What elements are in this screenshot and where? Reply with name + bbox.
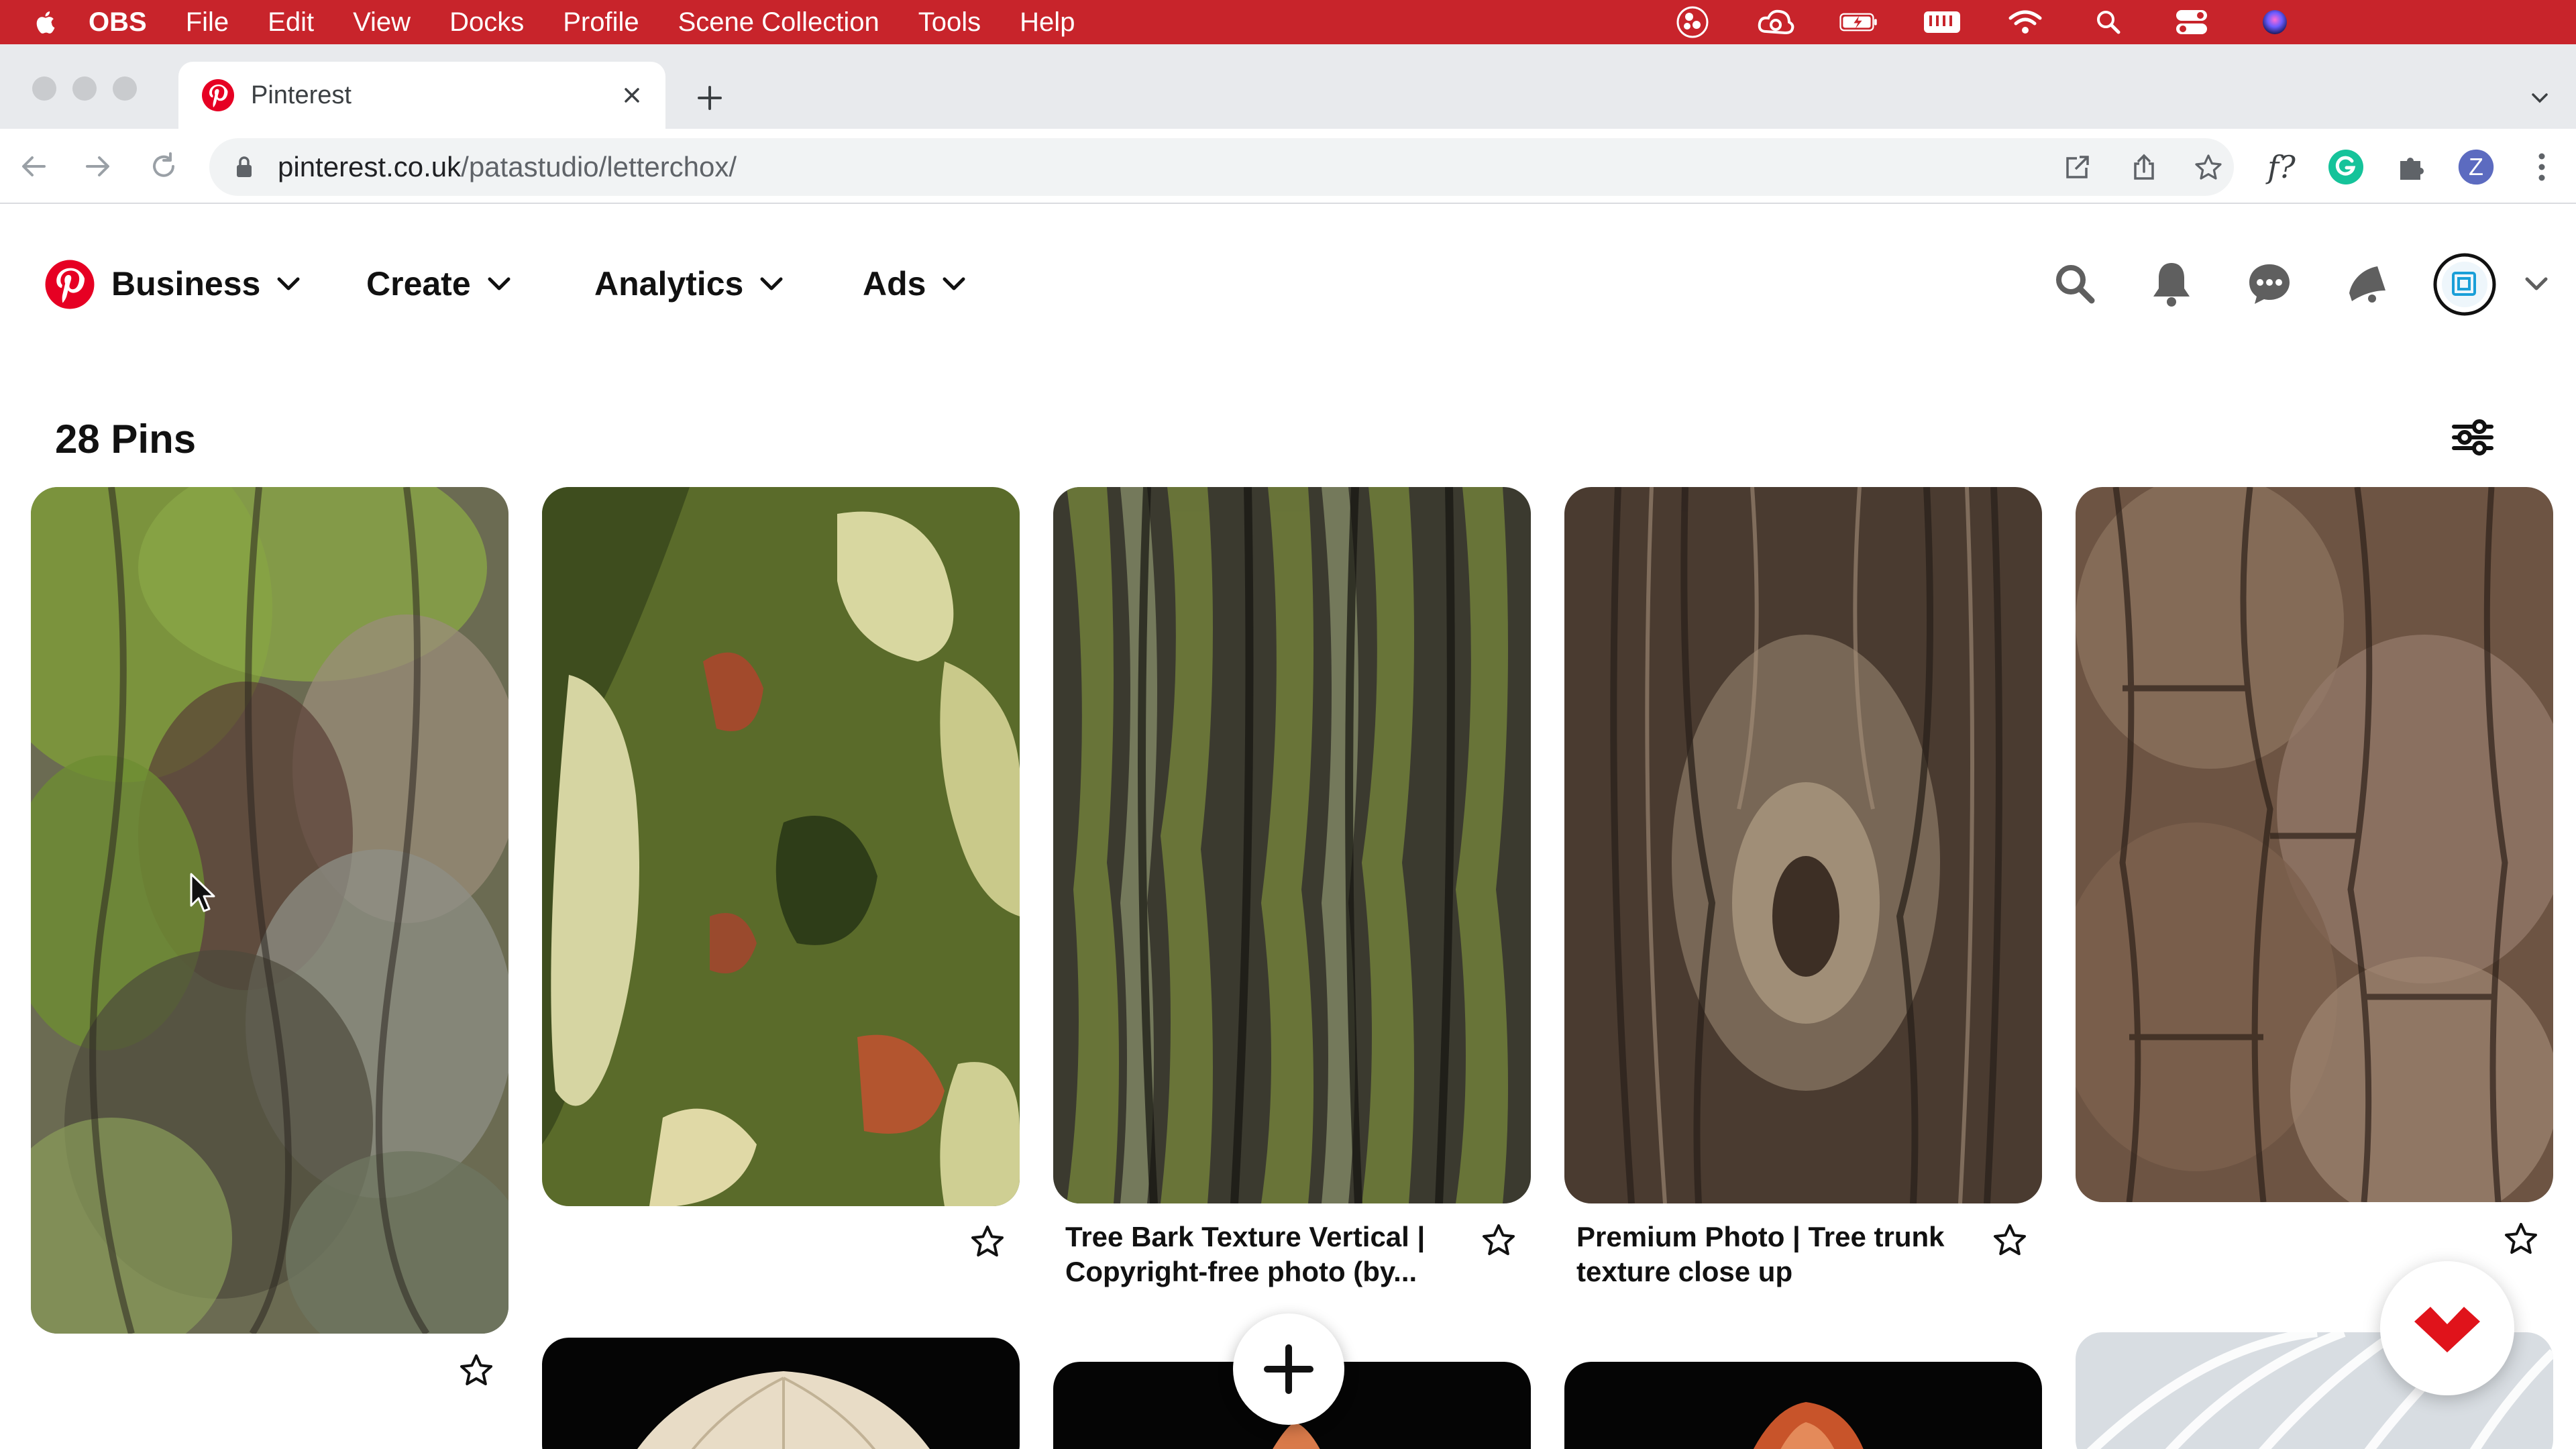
nav-analytics-label: Analytics	[594, 265, 744, 303]
back-arrow-icon[interactable]	[17, 150, 50, 182]
pin-title-line: Tree Bark Texture Vertical |	[1065, 1221, 1426, 1252]
pin-title[interactable]: Tree Bark Texture Vertical | Copyright-f…	[1065, 1220, 1468, 1289]
apple-icon[interactable]	[35, 10, 55, 34]
url-host: pinterest.co.uk	[278, 151, 462, 182]
tab-search-chevron-icon[interactable]	[2528, 86, 2552, 110]
plus-icon	[1264, 1344, 1313, 1394]
menu-scene-collection[interactable]: Scene Collection	[678, 0, 879, 44]
battery-charging-icon[interactable]	[1839, 7, 1878, 37]
menubar-status-area	[1673, 0, 2576, 44]
floating-extension-button[interactable]	[2380, 1261, 2514, 1395]
menu-edit[interactable]: Edit	[268, 0, 314, 44]
tab-close-icon[interactable]	[620, 83, 644, 107]
pin-title-line: texture close up	[1576, 1256, 1793, 1287]
pin-image-shell[interactable]	[542, 1338, 1020, 1449]
bookmark-star-icon[interactable]	[2194, 153, 2223, 182]
share-icon[interactable]	[2129, 153, 2159, 182]
new-tab-plus-icon[interactable]	[695, 83, 724, 113]
url-text[interactable]: pinterest.co.uk/patastudio/letterchox/	[278, 138, 737, 196]
url-path: /patastudio/letterchox/	[461, 151, 737, 182]
chevron-down-icon	[277, 277, 300, 290]
profile-initial: Z	[2469, 153, 2483, 180]
formula-extension-icon[interactable]: f?	[2263, 149, 2300, 185]
creative-cloud-icon[interactable]	[1756, 7, 1795, 37]
updates-megaphone-icon[interactable]	[2343, 259, 2392, 309]
browser-toolbar: pinterest.co.uk/patastudio/letterchox/ f…	[0, 129, 2576, 204]
menu-profile[interactable]: Profile	[563, 0, 639, 44]
macos-menu-bar: OBS File Edit View Docks Profile Scene C…	[0, 0, 2576, 44]
keyboard-icon[interactable]	[1923, 7, 1962, 37]
nav-ads-menu[interactable]: Ads	[863, 264, 967, 303]
pin-image-plane-tree-bark[interactable]	[542, 487, 1020, 1206]
favorite-star-icon[interactable]	[969, 1224, 1006, 1261]
favorite-star-icon[interactable]	[1991, 1222, 2029, 1260]
mouse-cursor-icon	[190, 873, 215, 912]
pin-title-line: Copyright-free photo (by...	[1065, 1256, 1417, 1287]
account-chevron-down-icon[interactable]	[2520, 259, 2553, 309]
nav-create-menu[interactable]: Create	[366, 264, 513, 303]
filter-sliders-icon[interactable]	[2449, 413, 2497, 462]
forward-arrow-icon[interactable]	[82, 150, 114, 182]
window-zoom-button[interactable]	[113, 76, 137, 101]
pinterest-logo-icon[interactable]	[44, 259, 95, 310]
menu-app-name[interactable]: OBS	[89, 0, 147, 44]
nav-ads-label: Ads	[863, 265, 926, 303]
notifications-bell-icon[interactable]	[2147, 259, 2196, 309]
reload-icon[interactable]	[148, 150, 180, 182]
search-icon[interactable]	[2050, 259, 2100, 309]
browser-tab-strip: Pinterest	[0, 44, 2576, 129]
browser-tab[interactable]: Pinterest	[178, 62, 665, 129]
browser-menu-icon[interactable]	[2524, 149, 2560, 185]
pinterest-favicon-icon	[202, 79, 234, 111]
address-bar[interactable]: pinterest.co.uk/patastudio/letterchox/	[209, 138, 2234, 196]
window-close-button[interactable]	[32, 76, 56, 101]
profile-avatar[interactable]: Z	[2458, 149, 2494, 185]
nav-business-menu[interactable]: Business	[111, 264, 302, 303]
menu-docks[interactable]: Docks	[449, 0, 524, 44]
wifi-icon[interactable]	[2006, 7, 2045, 37]
chevron-down-icon	[488, 277, 511, 290]
pin-title[interactable]: Premium Photo | Tree trunk texture close…	[1576, 1220, 1979, 1289]
pin-image-brown-trunk[interactable]	[1564, 487, 2042, 1203]
pin-title-line: Premium Photo | Tree trunk	[1576, 1221, 1945, 1252]
pin-image-mossy-bark[interactable]	[31, 487, 508, 1334]
chevron-down-icon	[760, 277, 783, 290]
favorite-star-icon[interactable]	[458, 1352, 495, 1390]
extensions-puzzle-icon[interactable]	[2394, 149, 2430, 185]
pin-image-cracked-bark[interactable]	[2076, 487, 2553, 1202]
messages-icon[interactable]	[2245, 259, 2294, 309]
red-brand-logo-icon	[2414, 1307, 2480, 1352]
grammarly-extension-icon[interactable]	[2328, 149, 2364, 185]
window-minimize-button[interactable]	[72, 76, 97, 101]
favorite-star-icon[interactable]	[1480, 1222, 1517, 1260]
menu-file[interactable]: File	[186, 0, 229, 44]
open-in-app-icon[interactable]	[2062, 153, 2092, 182]
nav-create-label: Create	[366, 265, 471, 303]
lock-icon[interactable]	[235, 156, 254, 178]
nav-analytics-menu[interactable]: Analytics	[594, 264, 785, 303]
pinterest-header: Business Create Analytics Ads	[0, 205, 2576, 366]
siri-icon[interactable]	[2255, 7, 2294, 37]
spotlight-search-icon[interactable]	[2089, 7, 2128, 37]
control-center-icon[interactable]	[2172, 7, 2211, 37]
obs-icon[interactable]	[1673, 6, 1712, 38]
chevron-down-icon	[943, 277, 965, 290]
menu-help[interactable]: Help	[1020, 0, 1075, 44]
menu-view[interactable]: View	[353, 0, 411, 44]
tab-title: Pinterest	[251, 80, 352, 109]
account-avatar[interactable]	[2432, 252, 2497, 317]
pins-count: 28 Pins	[55, 417, 197, 462]
menu-tools[interactable]: Tools	[918, 0, 981, 44]
add-pin-button[interactable]	[1233, 1313, 1344, 1425]
favorite-star-icon[interactable]	[2502, 1221, 2540, 1258]
pin-image-orange-shell[interactable]	[1564, 1362, 2042, 1449]
nav-business-label: Business	[111, 265, 261, 303]
pin-image-green-ridged-bark[interactable]	[1053, 487, 1531, 1203]
